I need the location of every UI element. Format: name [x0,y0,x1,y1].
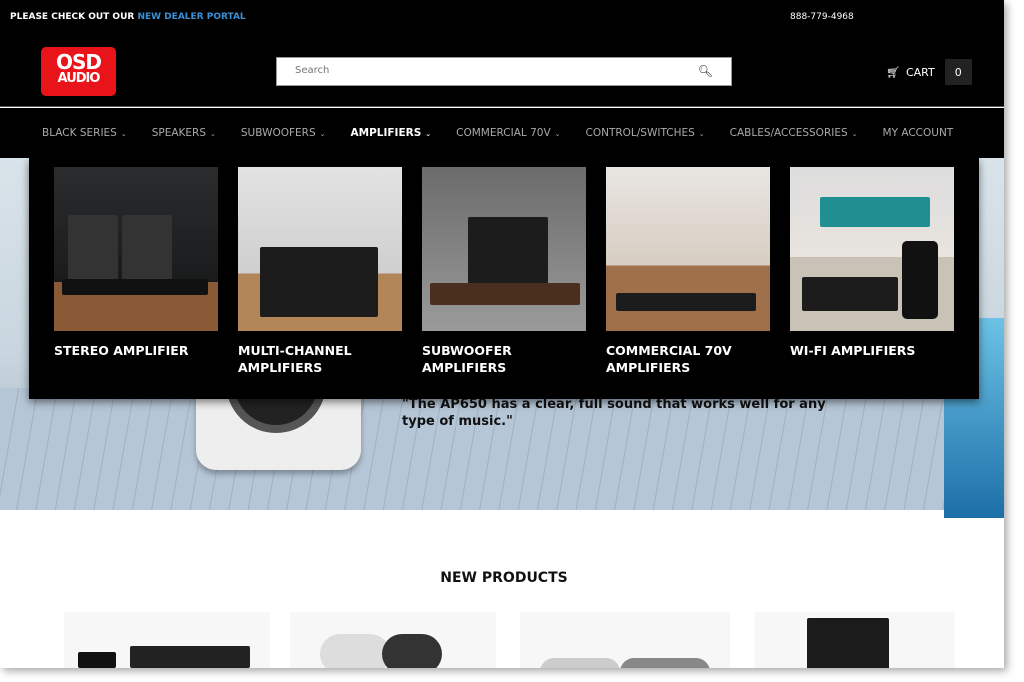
cart-button[interactable]: 🛒︎ CART 0 [886,59,972,85]
menu-item-label: COMMERCIAL 70V AMPLIFIERS [606,343,732,375]
new-product-2[interactable] [290,612,496,668]
wi-fi-amplifiers-image [790,167,954,331]
amplifiers-mega-menu: STEREO AMPLIFIER MULTI-CHANNEL AMPLIFIER… [29,158,979,399]
message-text: PLEASE CHECK OUT OUR [10,12,138,22]
multi-channel-amplifiers-image [238,167,402,331]
dealer-portal-link[interactable]: NEW DEALER PORTAL [137,12,245,22]
chevron-down-icon: ⌄ [319,130,326,138]
new-product-1[interactable] [64,612,270,668]
hero-quote: "The AP650 has a clear, full sound that … [402,397,826,429]
menu-item-multi-channel-amplifiers[interactable]: MULTI-CHANNEL AMPLIFIERS [238,167,402,376]
menu-item-wi-fi-amplifiers[interactable]: WI-FI AMPLIFIERS [790,167,954,359]
cart-label: CART [905,65,935,79]
subwoofer-amplifiers-image [422,167,586,331]
search-box: 🔍︎ [276,57,732,86]
nav-control-switches[interactable]: CONTROL/SWITCHES ⌄ [586,127,705,139]
nav-black-series[interactable]: BLACK SERIES ⌄ [42,127,127,139]
chevron-down-icon: ⌄ [554,130,561,138]
search-icon[interactable]: 🔍︎ [698,64,713,78]
search-input[interactable] [295,65,675,76]
menu-item-label: SUBWOOFER AMPLIFIERS [422,343,512,375]
chevron-down-icon: ⌄ [425,130,432,138]
nav-cables-accessories[interactable]: CABLES/ACCESSORIES ⌄ [730,127,858,139]
menu-item-commercial-70v-amplifiers[interactable]: COMMERCIAL 70V AMPLIFIERS [606,167,770,376]
cart-count-badge: 0 [944,59,972,85]
menu-item-label: STEREO AMPLIFIER [54,343,189,358]
nav-amplifiers[interactable]: AMPLIFIERS ⌄ [351,127,432,139]
new-product-4[interactable] [755,612,955,668]
stereo-amplifier-image [54,167,218,331]
nav-commercial-70v[interactable]: COMMERCIAL 70V ⌄ [456,127,560,139]
cart-icon: 🛒︎ [886,65,900,79]
nav-speakers[interactable]: SPEAKERS ⌄ [152,127,216,139]
main-nav: BLACK SERIES ⌄ SPEAKERS ⌄ SUBWOOFERS ⌄ AMPL… [0,108,1004,158]
dealer-message: PLEASE CHECK OUT OUR NEW DEALER PORTAL [10,12,246,22]
speaker-image [196,378,361,470]
chevron-down-icon: ⌄ [120,130,127,138]
commercial-70v-amplifiers-image [606,167,770,331]
phone-number[interactable]: 888-779-4968 [790,12,854,22]
logo-bottom: AUDIO [57,71,101,86]
chevron-down-icon: ⌄ [210,130,216,138]
menu-item-label: WI-FI AMPLIFIERS [790,343,916,358]
top-bar: PLEASE CHECK OUT OUR NEW DEALER PORTAL 8… [0,0,1004,36]
chevron-down-icon: ⌄ [851,130,858,138]
new-products-heading: NEW PRODUCTS [440,570,568,586]
page: PLEASE CHECK OUT OUR NEW DEALER PORTAL 8… [0,0,1004,668]
menu-item-label: MULTI-CHANNEL AMPLIFIERS [238,343,352,375]
menu-item-subwoofer-amplifiers[interactable]: SUBWOOFER AMPLIFIERS [422,167,586,376]
menu-item-stereo-amplifier[interactable]: STEREO AMPLIFIER [54,167,218,359]
header: OSDAUDIO 🔍︎ 🛒︎ CART 0 [0,36,1004,107]
new-product-3[interactable] [520,612,730,668]
logo-top: OSD [55,50,102,74]
chevron-down-icon: ⌄ [698,130,705,138]
nav-my-account[interactable]: MY ACCOUNT [883,127,954,139]
logo[interactable]: OSD AUDIO [41,47,116,96]
nav-subwoofers[interactable]: SUBWOOFERS ⌄ [241,127,326,139]
